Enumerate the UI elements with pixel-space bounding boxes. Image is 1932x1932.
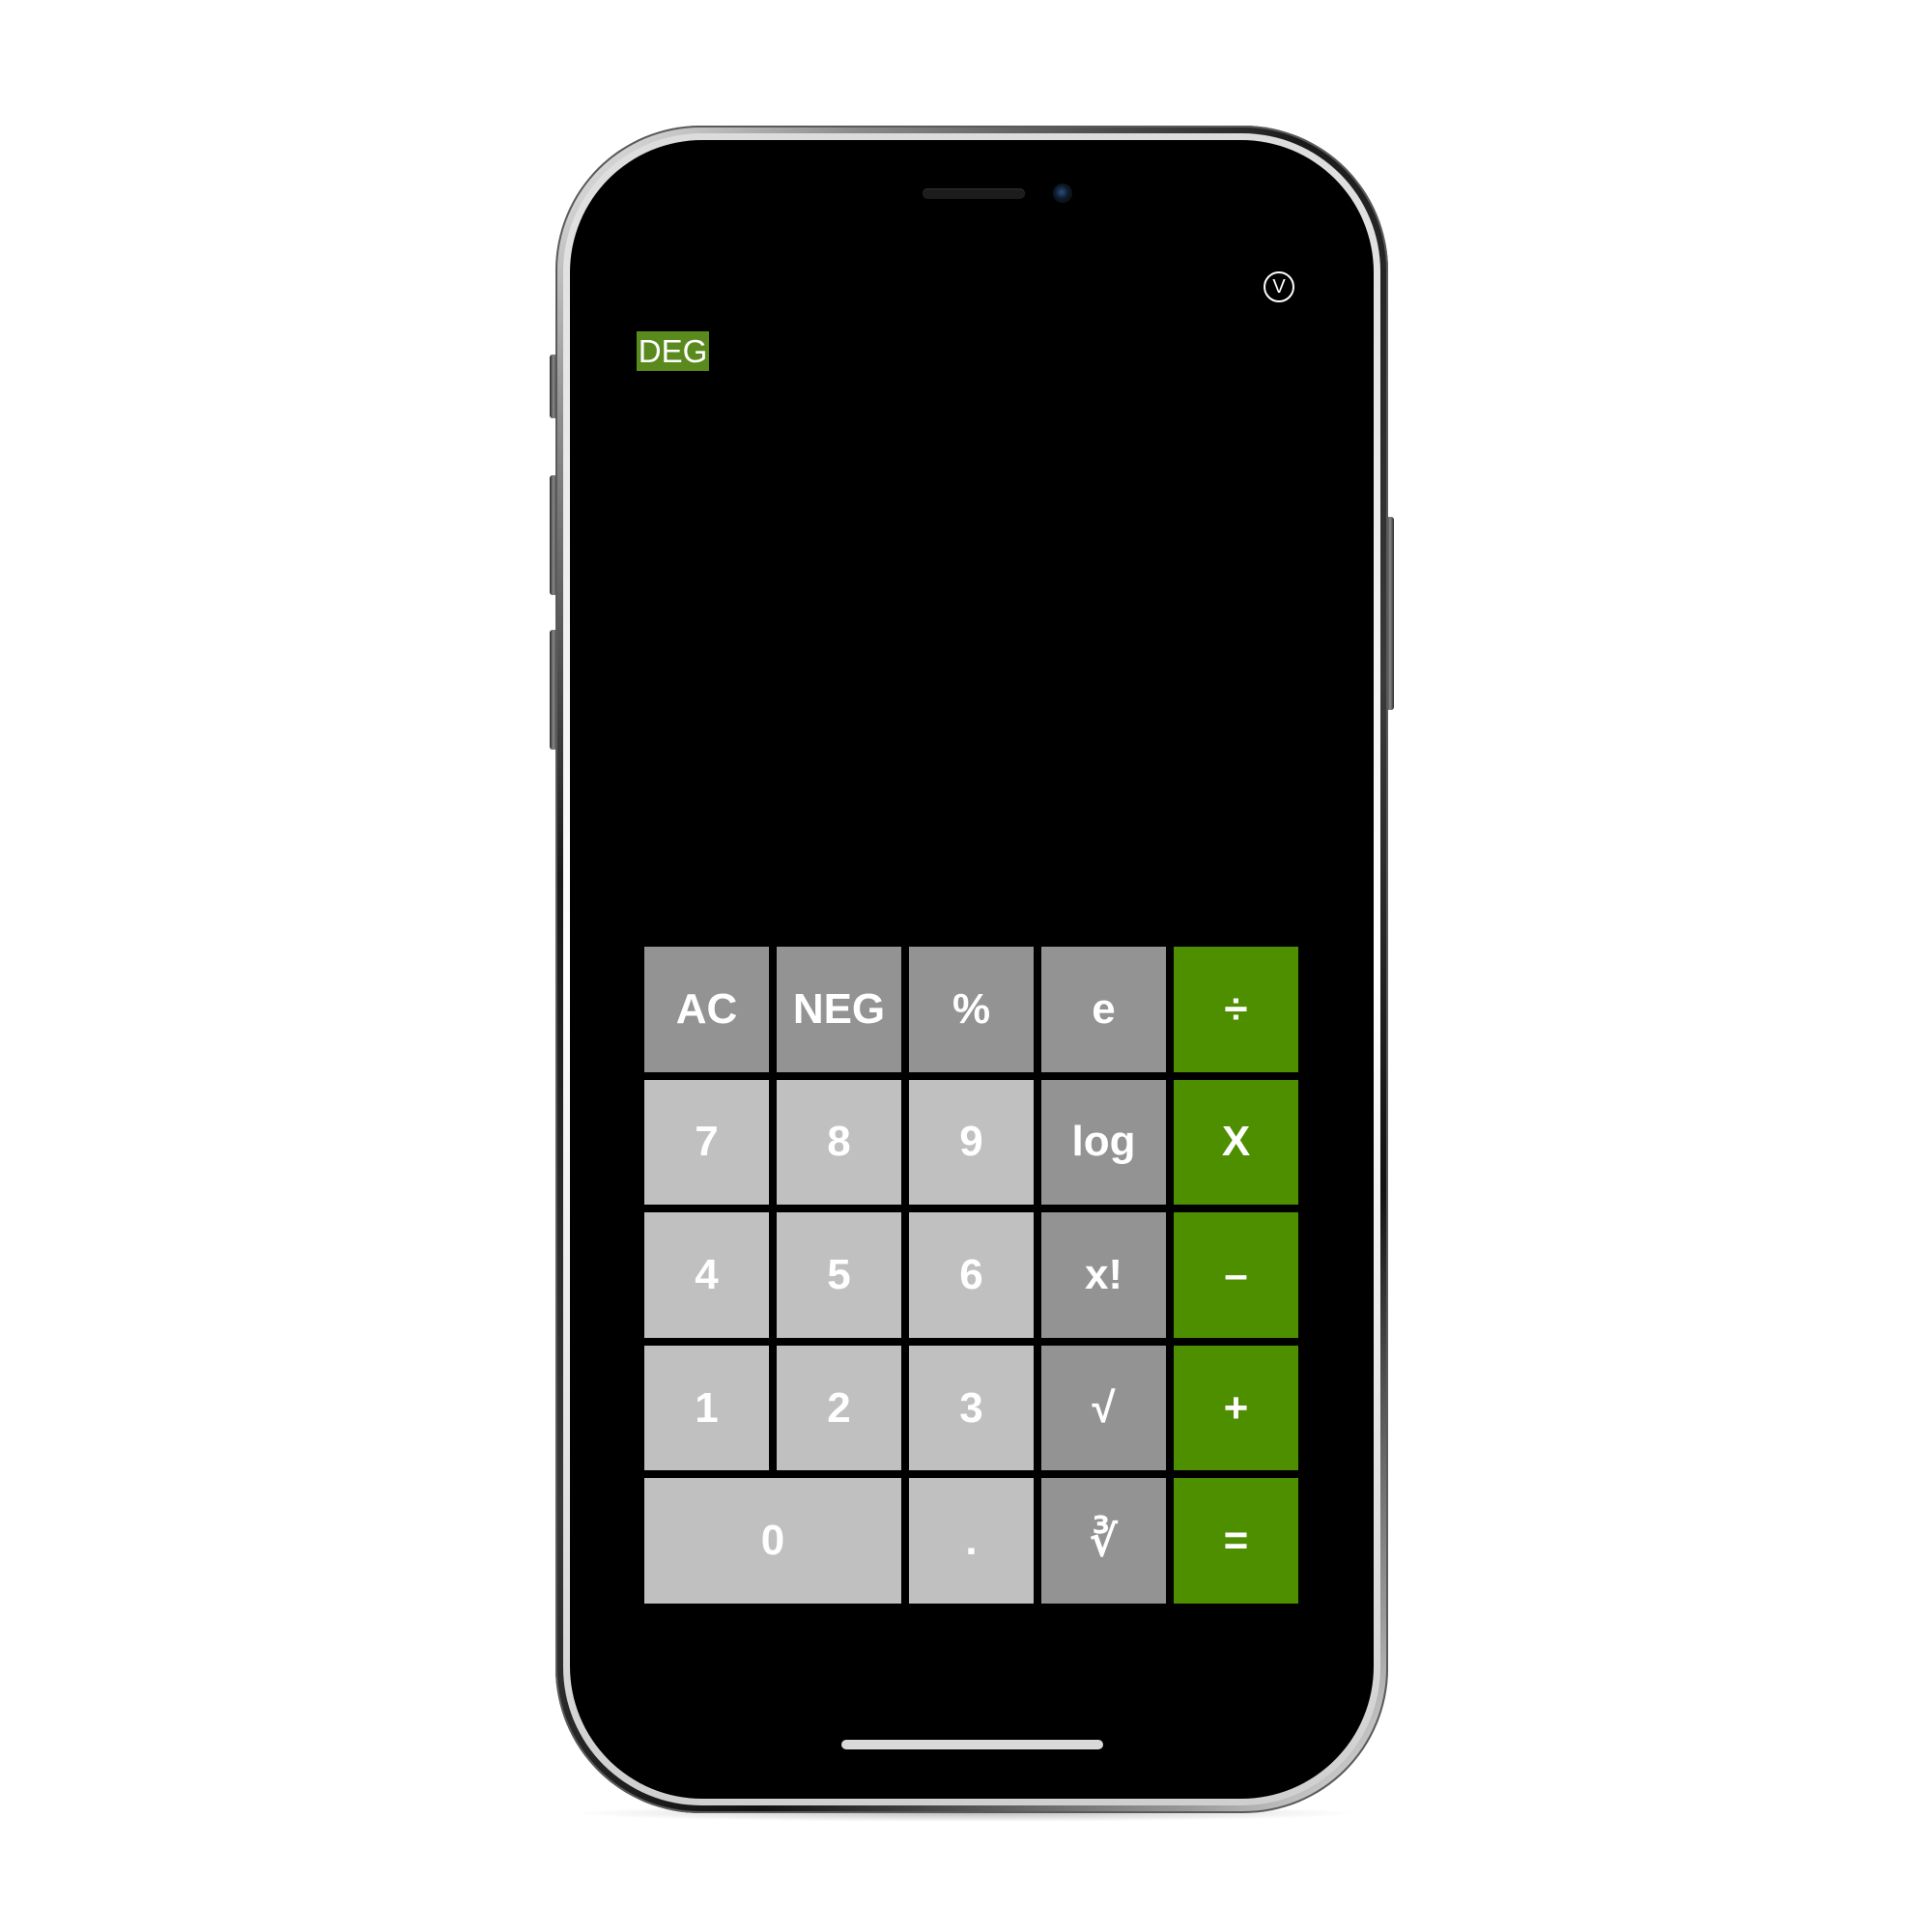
digit-2-button[interactable]: 2 (777, 1345, 901, 1471)
angle-mode-toggle[interactable]: DEG (637, 331, 709, 371)
earpiece-speaker (923, 188, 1025, 199)
divide-button[interactable]: ÷ (1174, 947, 1298, 1072)
multiply-button[interactable]: X (1174, 1079, 1298, 1206)
digit-3-button[interactable]: 3 (909, 1345, 1034, 1471)
percent-button[interactable]: % (909, 947, 1034, 1072)
digit-9-button[interactable]: 9 (909, 1079, 1034, 1206)
factorial-button[interactable]: x! (1041, 1212, 1166, 1338)
digit-0-button[interactable]: 0 (644, 1478, 901, 1604)
digit-8-button[interactable]: 8 (777, 1079, 901, 1206)
digit-4-button[interactable]: 4 (644, 1212, 769, 1338)
log-button[interactable]: log (1041, 1079, 1166, 1206)
keypad: AC NEG % e ÷ 7 8 9 log X 4 5 6 x! – 1 2 … (644, 947, 1298, 1604)
decimal-point-button[interactable]: . (909, 1478, 1034, 1604)
page: V DEG AC NEG % e ÷ 7 8 9 log X 4 5 6 x! … (0, 0, 1932, 1932)
negate-button[interactable]: NEG (777, 947, 901, 1072)
digit-7-button[interactable]: 7 (644, 1079, 769, 1206)
cube-root-button[interactable]: ∛ (1041, 1478, 1166, 1604)
digit-5-button[interactable]: 5 (777, 1212, 901, 1338)
home-indicator[interactable] (841, 1740, 1103, 1749)
add-button[interactable]: + (1174, 1345, 1298, 1471)
subtract-button[interactable]: – (1174, 1212, 1298, 1338)
euler-button[interactable]: e (1041, 947, 1166, 1072)
front-camera (1053, 184, 1072, 203)
version-info-icon[interactable]: V (1264, 271, 1294, 302)
digit-1-button[interactable]: 1 (644, 1345, 769, 1471)
square-root-button[interactable]: √ (1041, 1345, 1166, 1471)
digit-6-button[interactable]: 6 (909, 1212, 1034, 1338)
ac-button[interactable]: AC (644, 947, 769, 1072)
equals-button[interactable]: = (1174, 1478, 1298, 1604)
